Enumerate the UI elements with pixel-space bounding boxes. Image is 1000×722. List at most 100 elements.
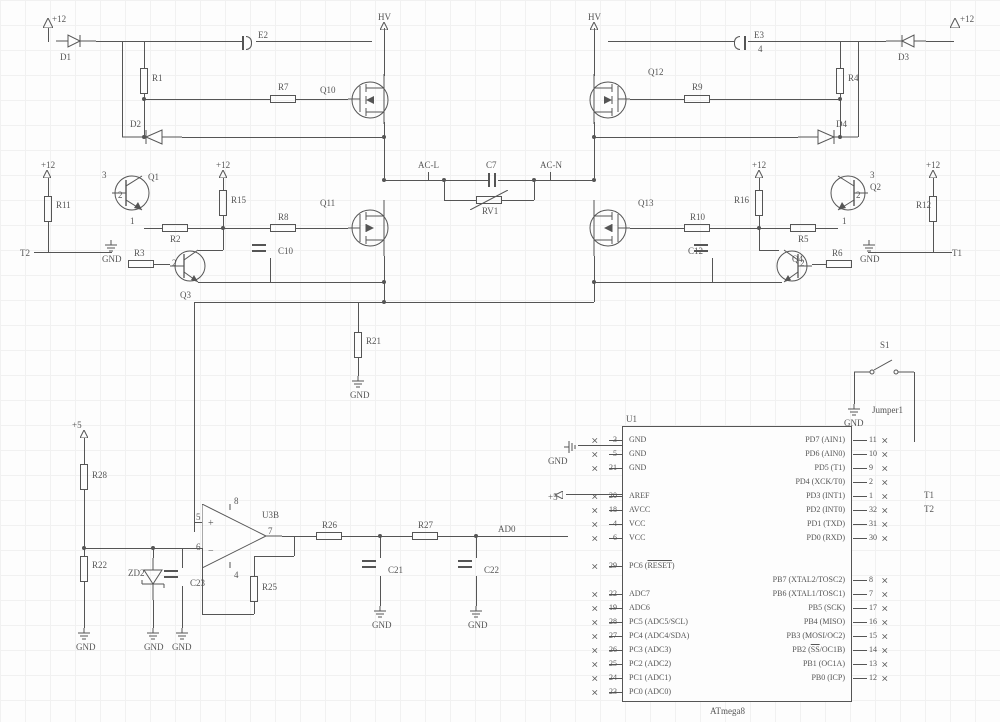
chip-pin (853, 678, 867, 679)
gnd-label: GND (144, 642, 164, 652)
wire (710, 99, 838, 100)
wire (48, 178, 49, 196)
wire (194, 302, 195, 532)
junction (838, 135, 842, 139)
wire (926, 41, 954, 42)
chip-pin-num: 28 (609, 617, 617, 626)
chip-pin-num: 32 (869, 505, 877, 514)
chip-pin-mark: ⨯ (881, 492, 889, 503)
wire (712, 258, 713, 282)
net-label: T1 (952, 248, 962, 258)
gnd-label: GND (102, 254, 122, 264)
wire (358, 302, 359, 332)
chip-pin-num: 1 (869, 491, 873, 500)
chip-pin-mark: ⨯ (591, 590, 599, 601)
net-label: HV (378, 12, 391, 22)
ref-label: E3 (754, 30, 764, 40)
wire (144, 99, 270, 100)
ref-label: C12 (688, 246, 703, 256)
wire (498, 180, 594, 181)
resistor-R16 (755, 190, 763, 216)
chip-pin-mark: ⨯ (881, 674, 889, 685)
wire (630, 99, 684, 100)
net-label: HV (588, 12, 601, 22)
chip-pin-name: GND (629, 463, 646, 472)
wire (294, 536, 295, 556)
diode-D4 (798, 128, 858, 148)
ref-label: D2 (130, 119, 141, 129)
wire (502, 200, 534, 201)
pin-2: 2 (118, 190, 123, 200)
resistor-R26 (316, 532, 342, 540)
chip-pin-num: 26 (609, 645, 617, 654)
chip-pin-num: 15 (869, 631, 877, 640)
wire (270, 258, 271, 282)
chip-pin-mark: ⨯ (881, 506, 889, 517)
wire (476, 536, 477, 558)
wire (384, 302, 594, 303)
chip-pin-num: 22 (609, 589, 617, 598)
chip-pin-num: 23 (609, 687, 617, 696)
chip-pin-num: 20 (609, 491, 617, 500)
pin-1: 1 (842, 216, 847, 226)
wire (182, 548, 183, 568)
wire (198, 250, 223, 251)
wire (384, 28, 385, 76)
chip-pin (853, 608, 867, 609)
diode-D1 (56, 33, 96, 51)
chip-pin-mark: ⨯ (591, 464, 599, 475)
resistor-R25 (250, 576, 258, 602)
chip-pin (853, 622, 867, 623)
chip-pin-name: GND (629, 449, 646, 458)
gnd-label: GND (548, 456, 568, 466)
net-label: +12 (52, 14, 66, 24)
chip-pin-num: 27 (609, 631, 617, 640)
pin-4: 4 (758, 44, 763, 54)
svg-text:−: − (208, 546, 214, 557)
mosfet-Q12 (584, 74, 630, 126)
resistor-R21 (354, 332, 362, 358)
wire (153, 600, 154, 628)
chip-pin-name: PB3 (MOSI/OC2) (787, 631, 845, 640)
resistor-R9 (684, 95, 710, 103)
ref-label: C7 (486, 160, 497, 170)
wire (630, 228, 684, 229)
wire (510, 536, 568, 537)
chip-pin-name: VCC (629, 519, 645, 528)
wire (254, 602, 255, 614)
chip-pin-mark: ⨯ (591, 520, 599, 531)
chip-pin-mark: ⨯ (591, 506, 599, 517)
chip-pin-mark: ⨯ (591, 660, 599, 671)
wire (759, 178, 760, 190)
chip-pin (853, 538, 867, 539)
pin-2: 2 (800, 258, 805, 268)
chip-pin-num: 31 (869, 519, 877, 528)
power-arrow (555, 491, 565, 499)
ref-label: Q13 (638, 198, 654, 208)
chip-pin-name: PD3 (INT1) (806, 491, 845, 500)
chip-pin-num: 30 (869, 533, 877, 542)
wire (188, 228, 270, 229)
chip-pin-name: AVCC (629, 505, 650, 514)
diode-D3 (886, 33, 926, 51)
wire (594, 282, 595, 302)
chip-pin-name: PB4 (MISO) (804, 617, 845, 626)
net-label: +12 (752, 160, 766, 170)
ref-label: D4 (836, 119, 847, 129)
net-label: AC-N (540, 160, 562, 170)
gnd-symbol (351, 376, 365, 390)
chip-pin (853, 664, 867, 665)
ref-label: R27 (418, 520, 433, 530)
chip-pin-num: 5 (613, 449, 617, 458)
power-arrow (950, 18, 960, 30)
chip-pin-name: ADC7 (629, 589, 650, 598)
gnd-symbol (847, 404, 861, 418)
chip-pin-name: PD4 (XCK/T0) (795, 477, 845, 486)
wire (566, 494, 622, 495)
ref-label: R25 (262, 582, 277, 592)
ref-label: R28 (92, 470, 107, 480)
net-label: T1 (924, 490, 934, 500)
resistor-R15 (219, 190, 227, 216)
switch-S1 (854, 350, 914, 382)
chip-pin-name: PB2 (SS/OC1B) (792, 645, 845, 654)
